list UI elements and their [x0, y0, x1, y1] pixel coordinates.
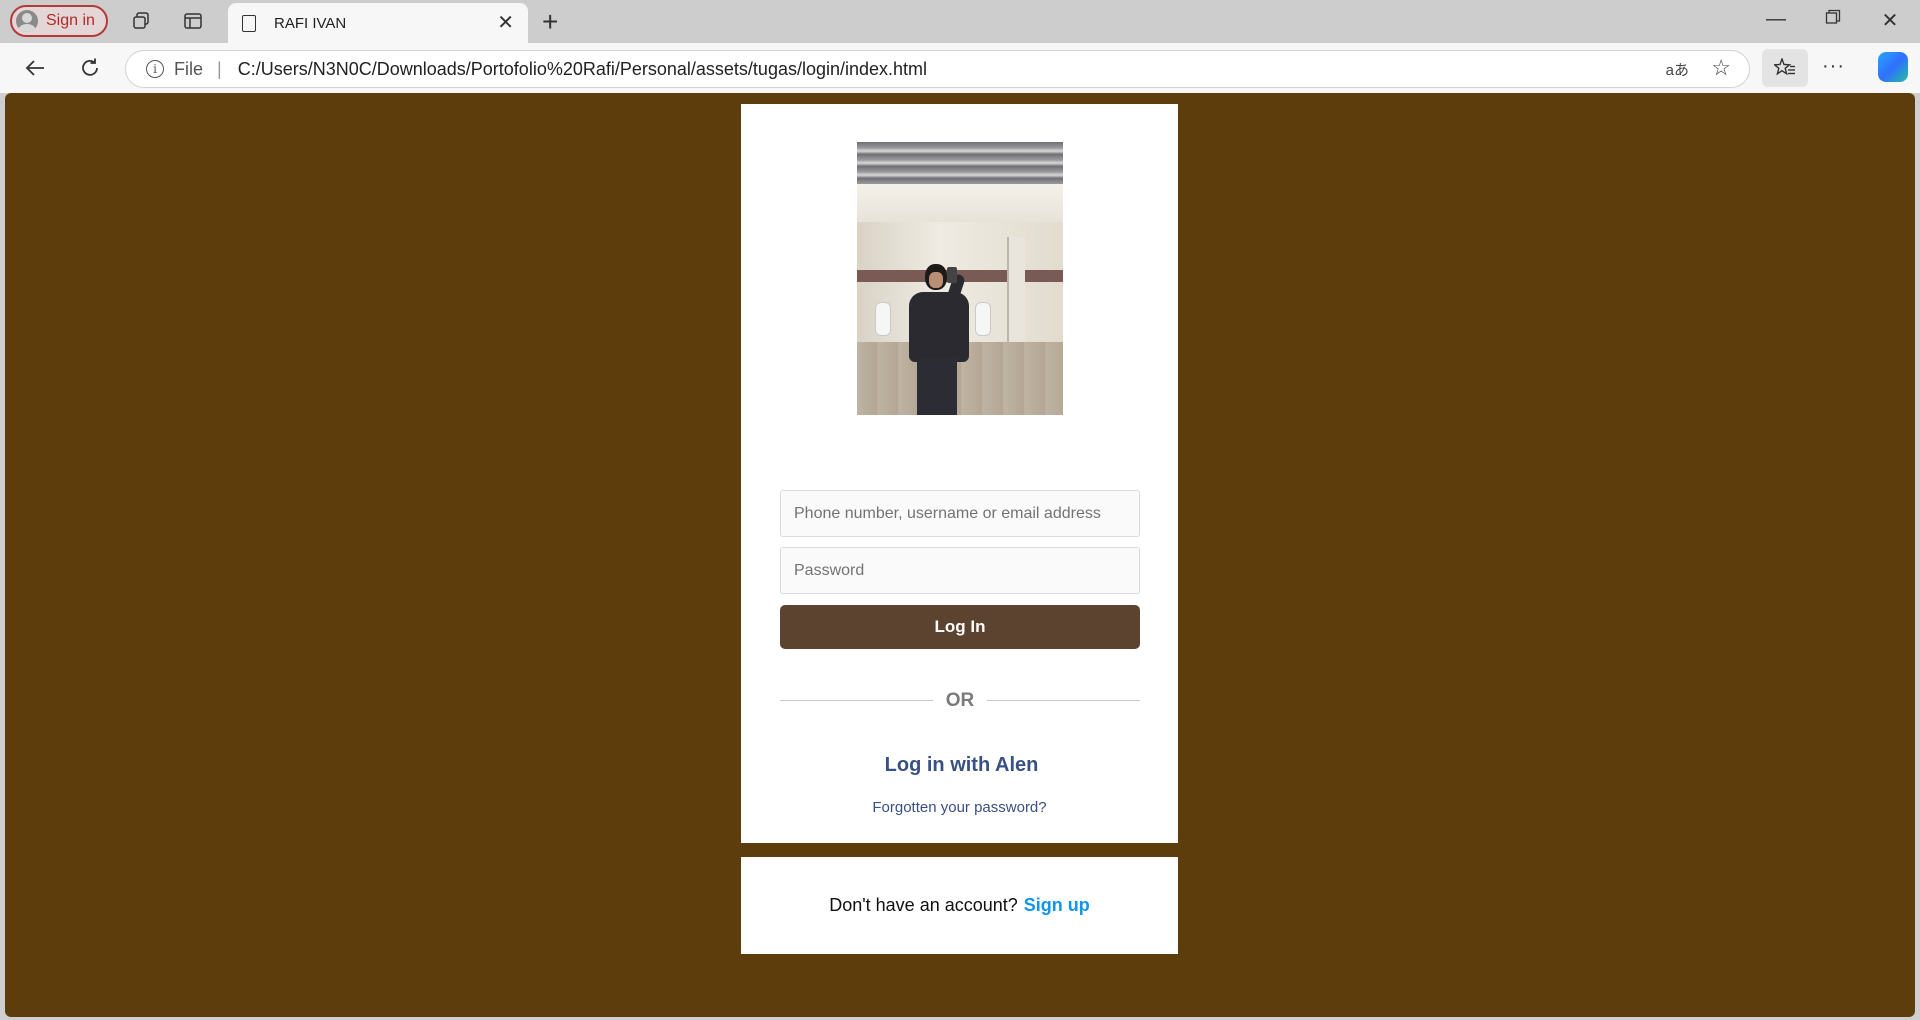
profile-sign-in-label: Sign in [46, 12, 95, 29]
page-icon [242, 14, 256, 32]
close-icon[interactable]: ✕ [497, 13, 514, 33]
username-input[interactable] [780, 490, 1140, 537]
divider-line-right [987, 700, 1140, 701]
translate-icon[interactable]: aあ [1666, 59, 1689, 80]
browser-tab-bar: Sign in RAFI IVAN ✕ + — ✕ [0, 0, 1920, 43]
address-url[interactable]: C:/Users/N3N0C/Downloads/Portofolio%20Ra… [238, 59, 927, 80]
refresh-icon[interactable] [75, 53, 105, 83]
address-bar[interactable]: i File | C:/Users/N3N0C/Downloads/Portof… [125, 50, 1750, 88]
login-card: Log In OR Log in with Alen Forgotten you… [741, 104, 1178, 843]
forgot-password-link[interactable]: Forgotten your password? [741, 799, 1178, 816]
signup-prompt: Don't have an account? [829, 895, 1018, 915]
signup-link[interactable]: Sign up [1024, 895, 1090, 916]
signup-card: Don't have an account? Sign up [741, 857, 1178, 954]
address-scheme: File [174, 58, 204, 79]
profile-sign-in-button[interactable]: Sign in [10, 5, 108, 37]
more-icon[interactable]: ··· [1822, 55, 1845, 78]
window-close-icon[interactable]: ✕ [1870, 8, 1910, 33]
browser-tab-active[interactable]: RAFI IVAN ✕ [228, 3, 528, 43]
login-button[interactable]: Log In [780, 605, 1140, 649]
or-divider: OR [780, 690, 1140, 711]
address-separator: | [217, 58, 222, 79]
page-viewport: Log In OR Log in with Alen Forgotten you… [5, 93, 1915, 1017]
workspaces-icon[interactable] [130, 10, 152, 32]
star-icon[interactable]: ☆ [1711, 55, 1731, 81]
info-icon[interactable]: i [146, 60, 164, 78]
or-text: OR [945, 690, 975, 711]
minimize-icon[interactable]: — [1756, 8, 1796, 31]
profile-photo [857, 142, 1063, 415]
plus-icon[interactable]: + [542, 6, 558, 38]
browser-toolbar: i File | C:/Users/N3N0C/Downloads/Portof… [0, 43, 1920, 93]
alt-login-link[interactable]: Log in with Alen [741, 754, 1178, 777]
tab-title: RAFI IVAN [274, 14, 347, 32]
copilot-icon[interactable] [1878, 52, 1908, 82]
restore-icon[interactable] [1813, 8, 1853, 31]
password-input[interactable] [780, 547, 1140, 594]
vertical-tabs-icon[interactable] [182, 10, 204, 32]
profile-avatar-icon [16, 10, 38, 32]
back-arrow-icon[interactable] [20, 53, 50, 83]
favorites-icon[interactable] [1762, 49, 1808, 87]
